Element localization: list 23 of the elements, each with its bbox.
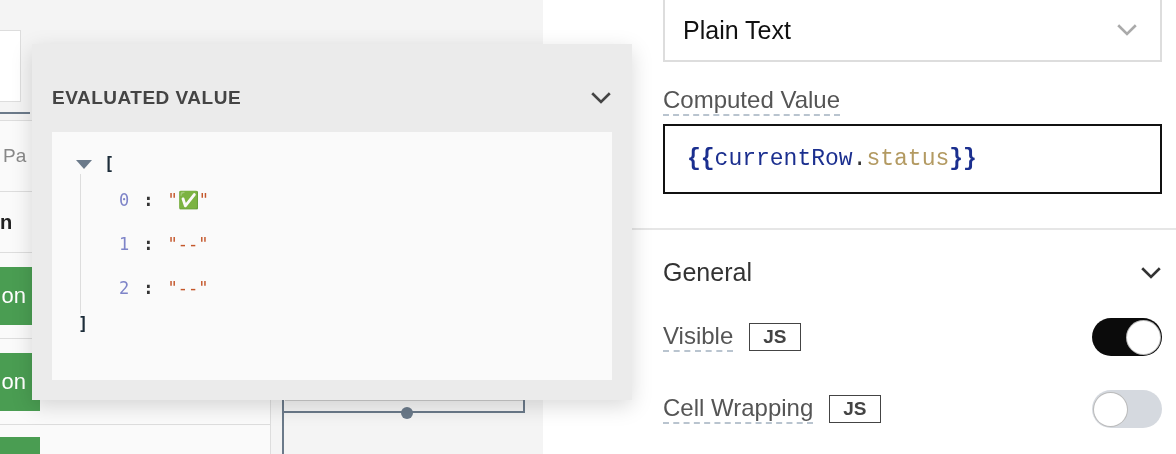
string-value: "--" bbox=[167, 278, 209, 298]
field-label: Computed Value bbox=[663, 86, 840, 116]
array-index: 2 bbox=[119, 278, 130, 298]
colon: : bbox=[143, 234, 154, 254]
column-header: n bbox=[0, 210, 13, 234]
array-index: 1 bbox=[119, 234, 130, 254]
js-toggle-button[interactable]: JS bbox=[749, 323, 801, 351]
code-text: {{currentRow.status}} bbox=[687, 146, 977, 172]
section-title: General bbox=[663, 258, 752, 287]
code-field[interactable]: {{currentRow.status}} bbox=[663, 124, 1162, 194]
setting-label: Visible bbox=[663, 322, 734, 352]
colon: : bbox=[143, 278, 154, 298]
array-index: 0 bbox=[119, 190, 130, 210]
select-value: Plain Text bbox=[683, 15, 791, 45]
colon: : bbox=[143, 190, 154, 210]
js-toggle-button[interactable]: JS bbox=[829, 395, 881, 423]
popover-title: EVALUATED VALUE bbox=[52, 87, 242, 109]
bracket: [ bbox=[104, 154, 115, 174]
string-value: "--" bbox=[167, 234, 209, 254]
bracket: ] bbox=[78, 314, 90, 334]
string-value: "✅" bbox=[167, 190, 209, 210]
setting-label: Cell Wrapping bbox=[663, 394, 814, 424]
column-type-select[interactable]: Plain Text bbox=[663, 0, 1162, 62]
